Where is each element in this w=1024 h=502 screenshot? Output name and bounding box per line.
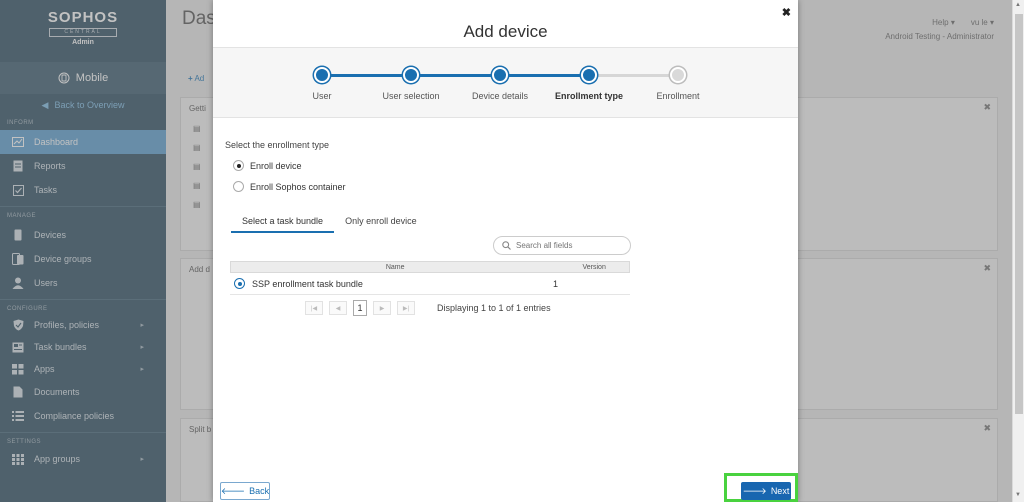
scrollbar-thumb[interactable] [1015,14,1023,414]
option-enroll-sophos-container[interactable]: Enroll Sophos container [233,181,786,192]
scroll-down-icon[interactable]: ▼ [1015,492,1021,498]
table-header: Name Version [230,261,630,273]
arrow-right-icon: 🡒 [742,485,767,496]
step-user: User [282,67,362,101]
step-dot [314,67,330,83]
table-pager: |◀ ◀ 1 ▶ ▶| Displaying 1 to 1 of 1 entri… [305,300,551,316]
next-button-label: Next [770,486,790,496]
column-name[interactable]: Name [231,264,559,271]
step-label: User selection [382,91,440,101]
back-button-label: Back [249,486,270,496]
row-radio-button[interactable] [234,278,245,289]
step-label: Device details [471,91,529,101]
bundle-name: SSP enrollment task bundle [252,278,363,289]
dialog-body: Select the enrollment type Enroll device… [213,118,798,253]
step-enrollment-type: Enrollment type [549,67,629,101]
close-icon[interactable]: ✖ [782,6,791,19]
radio-button[interactable] [233,160,244,171]
option-label: Enroll Sophos container [250,181,346,192]
radio-button[interactable] [233,181,244,192]
last-page-icon[interactable]: ▶| [397,301,415,315]
next-page-icon[interactable]: ▶ [373,301,391,315]
option-label: Enroll device [250,160,302,171]
next-button[interactable]: 🡒 Next [741,482,791,500]
tab-select-task-bundle[interactable]: Select a task bundle [231,212,335,233]
search-input[interactable] [516,241,626,250]
option-enroll-device[interactable]: Enroll device [233,160,786,171]
column-version[interactable]: Version [559,264,629,271]
step-label: User [312,91,332,101]
step-user-selection: User selection [371,67,451,101]
search-icon [502,241,511,250]
step-dot [492,67,508,83]
page-scrollbar[interactable]: ▲ ▼ [1012,0,1024,502]
first-page-icon[interactable]: |◀ [305,301,323,315]
step-label: Enrollment type [554,91,623,101]
bundle-version: 1 [552,278,558,289]
enrollment-type-question: Select the enrollment type [225,140,330,150]
table-row[interactable]: SSP enrollment task bundle 1 [230,273,630,295]
step-dot [670,67,686,83]
dialog-header: Add device ✖ [213,0,798,48]
step-device-details: Device details [460,67,540,101]
tab-only-enroll-device[interactable]: Only enroll device [334,212,428,233]
task-bundle-table: Name Version SSP enrollment task bundle … [230,261,630,295]
dialog-title: Add device [463,22,548,41]
step-enrollment: Enrollment [638,67,718,101]
step-dot [581,67,597,83]
step-label: Enrollment [656,91,700,101]
wizard-stepper: User User selection Device details Enrol… [213,48,798,118]
current-page[interactable]: 1 [353,300,367,316]
add-device-dialog: Add device ✖ User User selection Device … [213,0,798,502]
search-field[interactable] [493,236,631,255]
pager-info: Displaying 1 to 1 of 1 entries [437,303,551,313]
prev-page-icon[interactable]: ◀ [329,301,347,315]
enrollment-tabs: Select a task bundle Only enroll device [231,212,786,233]
step-dot [403,67,419,83]
back-button[interactable]: 🡐 Back [220,482,270,500]
arrow-left-icon: 🡐 [220,485,246,496]
scroll-up-icon[interactable]: ▲ [1015,2,1021,8]
